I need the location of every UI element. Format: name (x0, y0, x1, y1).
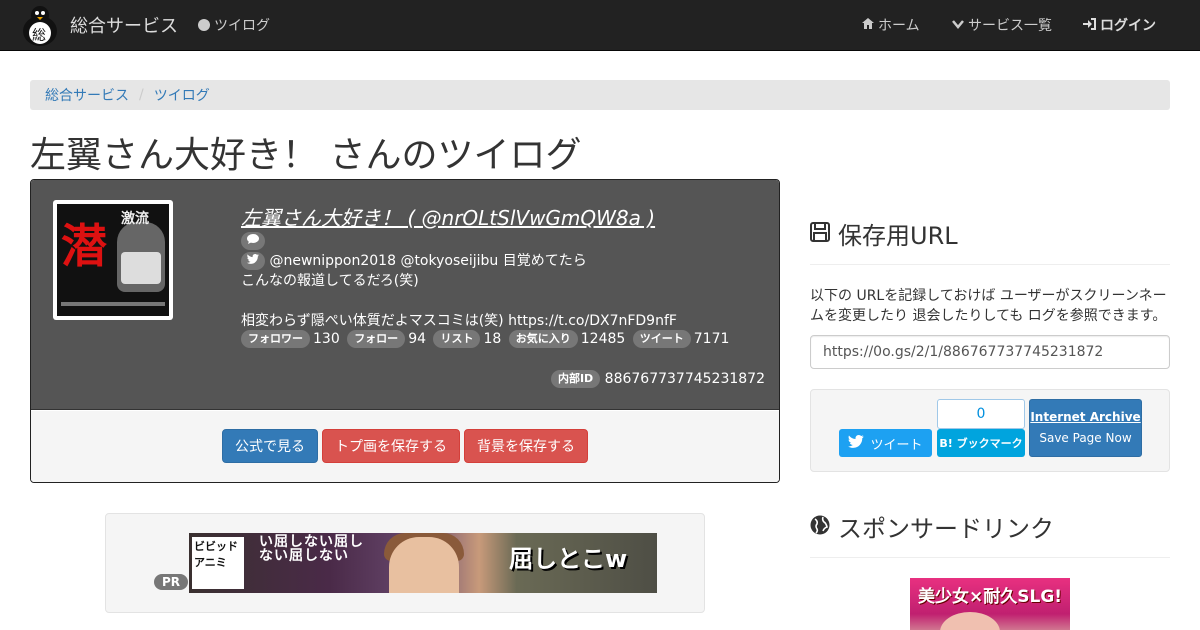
internet-archive-button[interactable]: Internet Archive Save Page Now (1029, 399, 1142, 457)
nav-home-label: ホーム (878, 18, 920, 34)
home-icon (862, 18, 874, 32)
save-url-field[interactable]: https://0o.gs/2/1/886767737745231872 (810, 335, 1170, 369)
brand-link[interactable]: 総 総合サービス (20, 2, 178, 48)
avatar[interactable]: 潜 激流 (53, 200, 173, 320)
tweet-text-line1: @newnippon2018 @tokyoseijibu 目覚めてたら (269, 253, 587, 269)
nav-services-label: サービス一覧 (968, 18, 1052, 34)
nav-twilog[interactable]: › ツイログ (198, 0, 270, 50)
favorites-label: お気に入り (508, 330, 578, 348)
tweet-text-line2: こんなの報道してるだろ(笑) (241, 273, 419, 289)
favorites-value: 12485 (580, 331, 626, 347)
twitter-bird-icon (241, 252, 265, 270)
nav-login[interactable]: ログイン (1083, 0, 1156, 50)
ad-banner[interactable]: ビビッドアニミ い屈しない屈しない屈しない 屈しとこw (189, 533, 657, 593)
following-label: フォロー (347, 330, 406, 348)
nav-login-label: ログイン (1100, 18, 1156, 34)
tweets-label: ツイート (632, 330, 691, 348)
nav-home[interactable]: ホーム (862, 0, 920, 50)
avatar-tag: 激流 (121, 211, 149, 227)
globe-icon (810, 513, 830, 541)
comment-icon (241, 232, 265, 250)
sponsor-ad-text: 美少女×耐久SLG! (918, 587, 1063, 607)
share-box: ツイート 0 B! ブックマーク Internet Archive Save P… (810, 389, 1170, 472)
nav-twilog-label: ツイログ (214, 18, 270, 34)
ad-container: PR ビビッドアニミ い屈しない屈しない屈しない 屈しとこw (105, 513, 705, 613)
avatar-kanji: 潜 (61, 219, 107, 273)
page-title: 左翼さん大好き！ さんのツイログ (30, 135, 582, 176)
avatar-image: 潜 激流 (57, 204, 169, 316)
divider (810, 557, 1170, 558)
followers-value: 130 (313, 331, 340, 347)
divider (810, 264, 1170, 265)
chevron-right-circle-icon: › (198, 19, 210, 31)
penguin-logo-icon: 総 (20, 3, 60, 47)
profile-stats: フォロワー 130 フォロー 94 リスト 18 お気に入り 12485 ツイート 717… (241, 330, 732, 348)
logo-text: 総 (32, 28, 46, 44)
internal-id-value: 886767737745231872 (604, 371, 765, 387)
hatena-bookmark-button[interactable]: B! ブックマーク (937, 429, 1025, 457)
ad-title: 屈しとこw (509, 545, 628, 573)
tweet-share-label: ツイート (870, 437, 923, 453)
following-value: 94 (408, 331, 427, 347)
brand-title: 総合サービス (70, 16, 178, 37)
profile-actions: 公式で見る トプ画を保存する 背景を保存する (31, 411, 779, 482)
followers-label: フォロワー (241, 330, 310, 348)
save-avatar-button[interactable]: トプ画を保存する (322, 429, 460, 463)
top-navbar: 総 総合サービス › ツイログ ホーム サービス一覧 ログイン (0, 0, 1200, 51)
latest-tweet: @newnippon2018 @tokyoseijibu 目覚めてたら こんなの… (241, 231, 761, 331)
tweets-value: 7171 (693, 331, 730, 347)
lists-label: リスト (433, 330, 481, 348)
sponsor-heading-text: スポンサードリンク (838, 515, 1054, 543)
tweet-share-button[interactable]: ツイート (839, 429, 932, 457)
ad-logo: ビビッドアニミ (192, 537, 244, 589)
pr-badge: PR (154, 574, 189, 590)
breadcrumb-twilog[interactable]: ツイログ (154, 85, 210, 105)
breadcrumb: 総合サービス / ツイログ (30, 80, 1170, 110)
breadcrumb-home[interactable]: 総合サービス (45, 85, 129, 105)
profile-header: 潜 激流 左翼さん大好き！ ( @nrOLtSlVwGmQW8a ) @newn… (31, 180, 779, 410)
internal-id: 内部ID 886767737745231872 (550, 370, 765, 388)
view-official-button[interactable]: 公式で見る (222, 429, 318, 463)
ia-title: Internet Archive (1030, 410, 1141, 424)
save-url-description: 以下の URLを記録しておけば ユーザーがスクリーンネームを変更したり 退会した… (810, 288, 1167, 324)
sign-in-icon (1083, 17, 1096, 33)
save-background-button[interactable]: 背景を保存する (464, 429, 588, 463)
breadcrumb-separator: / (139, 87, 144, 103)
internal-id-label: 内部ID (550, 370, 601, 388)
chevron-down-icon (952, 18, 964, 32)
tweet-text-line3: 相変わらず隠ぺい体質だよマスコミは(笑) https://t.co/DX7nFD… (241, 313, 677, 329)
floppy-disk-icon (810, 220, 830, 248)
nav-services[interactable]: サービス一覧 (952, 0, 1052, 50)
hatena-count: 0 (937, 399, 1025, 429)
sponsor-heading: スポンサードリンク (810, 509, 1054, 544)
twitter-icon (848, 434, 865, 452)
save-url-heading: 保存用URL (810, 216, 958, 251)
save-url-heading-text: 保存用URL (838, 222, 958, 250)
lists-value: 18 (483, 331, 502, 347)
ad-side-text: い屈しない屈しない屈しない (259, 534, 364, 564)
ia-subtitle: Save Page Now (1039, 431, 1132, 445)
sponsor-ad-banner[interactable]: 美少女×耐久SLG! (910, 578, 1070, 630)
user-display-name-link[interactable]: 左翼さん大好き！ ( @nrOLtSlVwGmQW8a ) (241, 202, 655, 231)
profile-panel: 潜 激流 左翼さん大好き！ ( @nrOLtSlVwGmQW8a ) @newn… (30, 179, 780, 483)
